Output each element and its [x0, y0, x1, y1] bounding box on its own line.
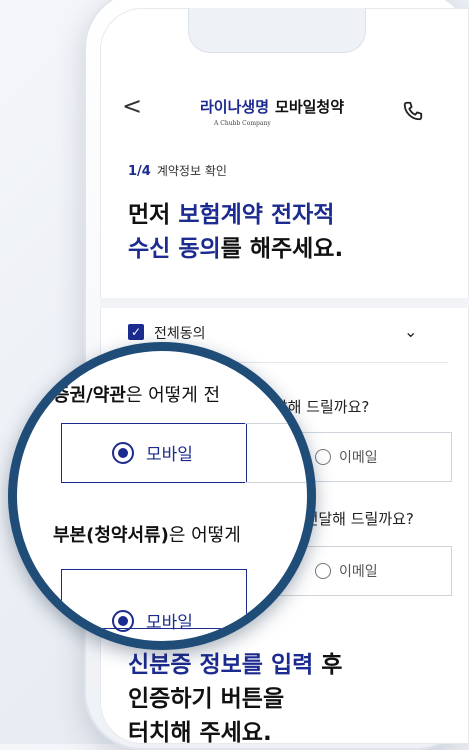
instruction-text-part: 후 — [313, 652, 343, 678]
question-rest: 은 어떻게 — [168, 525, 241, 546]
instruction-text: 신분증 정보를 입력 후 인증하기 버튼을 터치해 주세요. — [128, 648, 342, 744]
email-label: 이메일 — [339, 450, 378, 466]
mobile-label: 모바일 — [146, 445, 193, 465]
brand-subtitle: A Chubb Company — [214, 120, 271, 127]
title-text: 먼저 — [128, 202, 179, 228]
q1-email-option-edge — [245, 423, 307, 483]
agree-all-label: 전체동의 — [154, 326, 206, 342]
agree-all-checkbox[interactable]: ✓ — [128, 324, 144, 340]
instruction-text-part: 터치해 주세요. — [128, 720, 272, 744]
email-label: 이메일 — [339, 564, 378, 580]
chevron-down-icon[interactable]: ⌄ — [404, 322, 417, 341]
brand-name: 라이나생명 — [200, 98, 270, 116]
magnifier-lens: 증권/약관은 어떻게 전 모바일 부본(청약서류)은 어떻게 모바일 — [8, 342, 316, 650]
back-button[interactable]: < — [122, 92, 142, 120]
step-indicator: 1/4 계약정보 확인 — [128, 162, 227, 179]
radio-selected-icon — [112, 610, 134, 632]
radio-selected-icon — [112, 442, 134, 464]
page-title: 먼저 보험계약 전자적 수신 동의를 해주세요. — [128, 198, 343, 266]
question-keyword: 증권/약관 — [53, 385, 126, 406]
question-keyword: 부본(청약서류) — [53, 525, 169, 546]
title-highlight: 수신 동의 — [128, 236, 221, 262]
step-label: 계약정보 확인 — [156, 164, 227, 178]
magnified-question-1: 증권/약관은 어떻게 전 — [53, 381, 220, 407]
radio-icon — [315, 563, 331, 579]
title-highlight: 보험계약 전자적 — [178, 202, 335, 228]
title-text: 를 해주세요. — [220, 236, 344, 262]
service-name: 모바일청약 — [275, 98, 345, 116]
phone-icon[interactable] — [402, 100, 424, 122]
radio-icon — [315, 449, 331, 465]
q2-mobile-option[interactable]: 모바일 — [61, 569, 247, 633]
app-title: 라이나생명 모바일청약 — [200, 96, 344, 117]
question-rest: 은 어떻게 전 — [125, 385, 221, 406]
instruction-highlight: 신분증 정보를 입력 — [128, 652, 314, 678]
instruction-text-part: 인증하기 버튼을 — [128, 686, 285, 712]
section-divider — [100, 298, 469, 308]
mobile-label: 모바일 — [146, 613, 193, 633]
q1-mobile-option[interactable]: 모바일 — [61, 423, 247, 483]
step-count: 1/4 — [128, 164, 151, 179]
app-header: < 라이나생명 모바일청약 A Chubb Company — [100, 90, 469, 134]
magnified-question-2: 부본(청약서류)은 어떻게 — [53, 521, 241, 547]
phone-notch — [188, 8, 366, 53]
